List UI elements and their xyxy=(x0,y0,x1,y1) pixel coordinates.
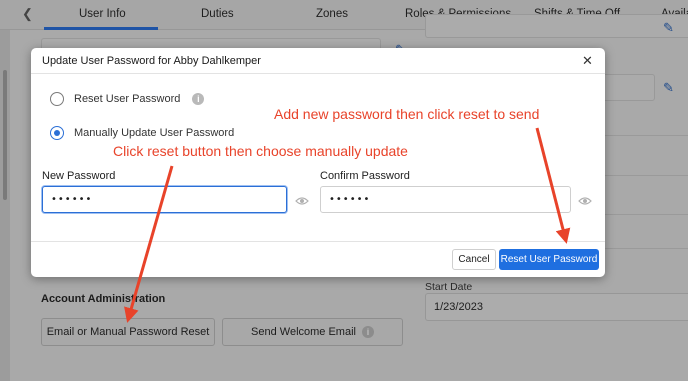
account-administration-title: Account Administration xyxy=(41,293,166,305)
modal-footer-divider xyxy=(31,241,605,242)
background-field[interactable] xyxy=(425,14,688,38)
modal-title: Update User Password for Abby Dahlkemper xyxy=(42,55,261,67)
eye-icon[interactable] xyxy=(295,196,309,206)
chevron-left-icon[interactable]: ❮ xyxy=(22,6,33,22)
send-welcome-email-label: Send Welcome Email xyxy=(251,326,356,338)
active-tab-indicator xyxy=(44,27,158,30)
modal-header: Update User Password for Abby Dahlkemper… xyxy=(31,48,605,74)
tab-zones[interactable]: Zones xyxy=(316,8,348,20)
annotation-click-reset: Click reset button then choose manually … xyxy=(113,143,408,159)
tab-duties[interactable]: Duties xyxy=(201,8,234,20)
reset-user-password-label: Reset User Password xyxy=(74,93,181,105)
info-icon[interactable]: i xyxy=(192,93,205,105)
confirm-password-input[interactable] xyxy=(320,186,571,213)
close-icon[interactable]: ✕ xyxy=(582,53,593,69)
new-password-input[interactable] xyxy=(42,186,287,213)
confirm-password-label: Confirm Password xyxy=(320,170,410,182)
radio-manually-update-password[interactable] xyxy=(50,126,64,140)
reset-user-password-button[interactable]: Reset User Password xyxy=(499,249,599,270)
start-date-label: Start Date xyxy=(425,281,473,293)
cancel-button[interactable]: Cancel xyxy=(452,249,496,270)
radio-reset-user-password[interactable] xyxy=(50,92,64,106)
eye-icon[interactable] xyxy=(578,196,592,206)
email-or-manual-reset-label: Email or Manual Password Reset xyxy=(46,326,210,338)
tab-user-info[interactable]: User Info xyxy=(79,8,126,20)
annotation-add-password: Add new password then click reset to sen… xyxy=(274,106,540,122)
scrollbar[interactable] xyxy=(0,30,10,381)
divider xyxy=(605,214,688,215)
divider xyxy=(605,175,688,176)
divider xyxy=(605,248,688,249)
email-or-manual-reset-button[interactable]: Email or Manual Password Reset xyxy=(41,318,215,346)
divider xyxy=(605,135,688,136)
manually-update-password-label: Manually Update User Password xyxy=(74,127,235,139)
pencil-icon[interactable]: ✎ xyxy=(663,80,674,96)
new-password-label: New Password xyxy=(42,170,116,182)
pencil-icon[interactable]: ✎ xyxy=(663,20,674,36)
update-password-modal: Update User Password for Abby Dahlkemper… xyxy=(31,48,605,277)
send-welcome-email-button[interactable]: Send Welcome Email i xyxy=(222,318,403,346)
manually-update-password-option[interactable]: Manually Update User Password xyxy=(50,126,234,140)
reset-user-password-option[interactable]: Reset User Password i xyxy=(50,92,205,106)
scrollbar-thumb[interactable] xyxy=(3,70,7,200)
start-date-field[interactable]: 1/23/2023 xyxy=(425,293,688,321)
info-icon: i xyxy=(361,326,374,338)
